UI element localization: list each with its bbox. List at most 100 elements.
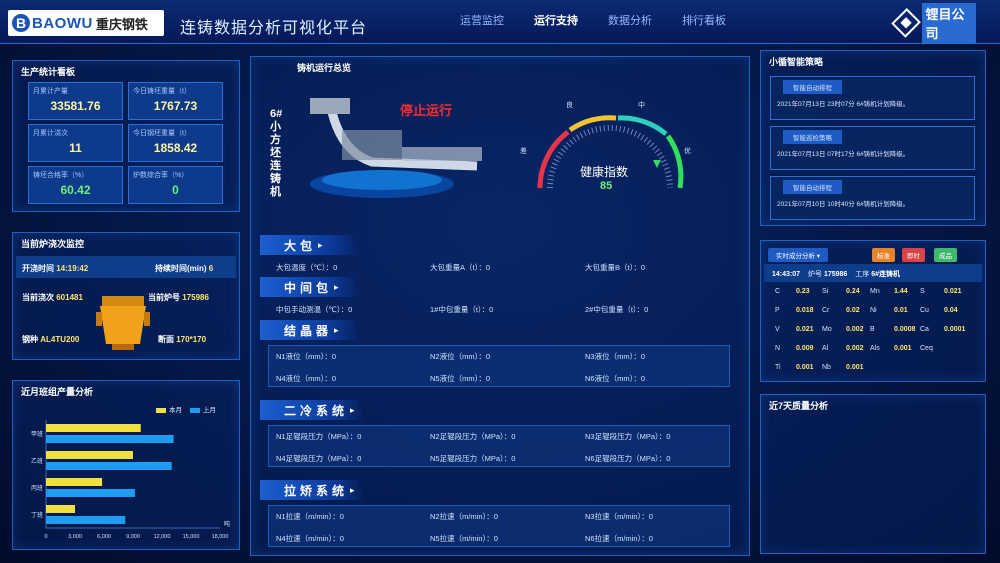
field: N4足辊段压力（MPa）：0 (276, 454, 362, 463)
field: 中包手动测温（℃）：0 (276, 305, 353, 314)
mold-fields-box (268, 345, 730, 387)
legend-current: 本月 (169, 407, 182, 414)
top-bar: B BAOWU 重庆钢铁 连铸数据分析可视化平台 运营监控 运行支持 数据分析 … (0, 0, 1000, 44)
composition-furnace: 175986 (823, 271, 848, 278)
caster-machine-image (302, 92, 492, 202)
section-ladle[interactable]: 大包 (260, 235, 360, 255)
x-tick-label: 6,000 (97, 534, 111, 540)
nav-item-support[interactable]: 运行支持 (534, 12, 578, 28)
product-button[interactable]: 成品 (934, 248, 957, 262)
quality-panel: 近7天质量分析 (760, 394, 986, 554)
element-value: 0.021 (796, 326, 814, 333)
field: N3足辊段压力（MPa）：0 (585, 432, 671, 441)
element-value: 0.0008 (894, 326, 916, 333)
element-symbol: Mo (822, 326, 832, 333)
bar-current (46, 478, 103, 486)
element-symbol: B (870, 326, 875, 333)
stat-label: 炉数综合率（%） (133, 172, 189, 179)
stat-label: 月累计浇次 (33, 130, 68, 137)
element-value: 0.23 (796, 288, 810, 295)
stat-label: 铸坯合格率（%） (33, 172, 89, 179)
shift-bar-chart: 甲班乙班丙班丁班 0 3,000 6,000 9,000 12,000 15,000 18,0… (31, 420, 230, 540)
stat-card: 铸坯合格率（%） 60.42 (28, 166, 123, 204)
element-value: 0.002 (846, 345, 864, 352)
field: N3拉速（m/min）：0 (585, 512, 653, 521)
company-logo: 锂目公司 (891, 3, 976, 43)
section-cooling[interactable]: 二冷系统 (260, 400, 365, 420)
field: N2液位（mm）：0 (430, 352, 491, 361)
section-label: 断面 (158, 335, 174, 344)
alert-tag: 智能自动排程 (783, 80, 842, 94)
field: N5足辊段压力（MPa）：0 (430, 454, 516, 463)
caster-title: 铸机运行总览 (297, 63, 352, 73)
section-mold[interactable]: 结晶器 (260, 320, 360, 340)
furnace-label: 当前炉号 (148, 293, 180, 302)
field: N3液位（mm）：0 (585, 352, 646, 361)
legend-swatch-last (189, 407, 200, 413)
field: 大包温度（℃）：0 (276, 263, 338, 272)
alert-message: 2021年07月10日 10时40分 6#铸机计划降级。 (777, 201, 910, 208)
alert-tag: 智能巡检策略 (783, 130, 842, 144)
section-tundish[interactable]: 中间包 (260, 277, 360, 297)
element-symbol: C (775, 288, 781, 295)
quality-title: 近7天质量分析 (769, 401, 829, 411)
standard-button[interactable]: 标准 (872, 248, 895, 262)
stat-value: 11 (69, 141, 82, 155)
element-symbol: Ni (870, 307, 877, 314)
bar-last (46, 516, 126, 524)
field: N4液位（mm）：0 (276, 374, 337, 383)
stat-value: 60.42 (60, 183, 91, 197)
nav-item-ranking[interactable]: 排行看板 (682, 12, 726, 28)
shift-title: 近月班组产量分析 (21, 387, 94, 397)
gauge-mark-good: 良 (566, 102, 573, 109)
field: 大包重量A（t）：0 (430, 263, 491, 272)
x-tick-label: 0 (44, 534, 47, 540)
machine-status: 停止运行 (400, 103, 453, 118)
nav-item-analysis[interactable]: 数据分析 (608, 12, 652, 28)
cast-label: 当前浇次 (22, 293, 54, 302)
stat-card: 炉数综合率（%） 0 (128, 166, 223, 204)
nav-item-operation[interactable]: 运营监控 (460, 12, 504, 28)
logo-badge: B (12, 14, 30, 32)
bar-current (46, 451, 133, 459)
element-value: 0.001 (846, 364, 864, 371)
instant-button[interactable]: 即时 (902, 248, 925, 262)
composition-time: 14:43:07 (772, 271, 801, 278)
category-label: 甲班 (31, 430, 43, 438)
cast-value: 601481 (56, 293, 83, 302)
element-value: 0.24 (846, 288, 860, 295)
element-symbol: Mn (870, 288, 880, 295)
strategy-title: 小循智能策略 (769, 57, 824, 67)
stat-label: 月累计产量 (33, 88, 68, 95)
composition-process-label: 工序 (855, 271, 870, 278)
composition-select[interactable]: 实时成分分析 ▾ (768, 248, 829, 262)
element-symbol: Ti (775, 364, 781, 371)
diamond-icon (891, 7, 922, 39)
alert-message: 2021年07月13日 23时07分 6#铸机计划降级。 (777, 101, 910, 108)
category-label: 丙班 (31, 484, 43, 492)
field: N6液位（mm）：0 (585, 374, 646, 383)
field: N5拉速（m/min）：0 (430, 534, 498, 543)
element-symbol: Ca (920, 326, 929, 333)
alert-tag: 智能自动排程 (783, 180, 842, 194)
ladle-icon (96, 290, 150, 352)
section-straightener[interactable]: 拉矫系统 (260, 480, 365, 500)
element-value: 0.001 (796, 364, 814, 371)
heat-title: 当前炉浇次监控 (21, 239, 85, 249)
logo-cn: 重庆钢铁 (95, 16, 148, 32)
field: 2#中包重量（t）：0 (585, 305, 649, 314)
element-value: 0.018 (796, 307, 814, 314)
stat-card: 月累计浇次 11 (28, 124, 123, 162)
stat-value: 0 (172, 183, 179, 197)
field: N1拉速（m/min）：0 (276, 512, 344, 521)
machine-name: 6#小方坯连铸机 (270, 108, 283, 198)
alert-item[interactable]: 智能自动排程 2021年07月10日 10时40分 6#铸机计划降级。 (770, 176, 975, 220)
alert-item[interactable]: 智能自动排程 2021年07月13日 23时07分 6#铸机计划降级。 (770, 76, 975, 120)
element-symbol: V (775, 326, 780, 333)
element-value: 0.04 (944, 307, 958, 314)
element-symbol: P (775, 307, 780, 314)
field: 1#中包重量（t）：0 (430, 305, 494, 314)
element-value: 0.02 (846, 307, 860, 314)
alert-item[interactable]: 智能巡检策略 2021年07月13日 07时17分 6#铸机计划降级。 (770, 126, 975, 170)
element-value: 0.009 (796, 345, 814, 352)
